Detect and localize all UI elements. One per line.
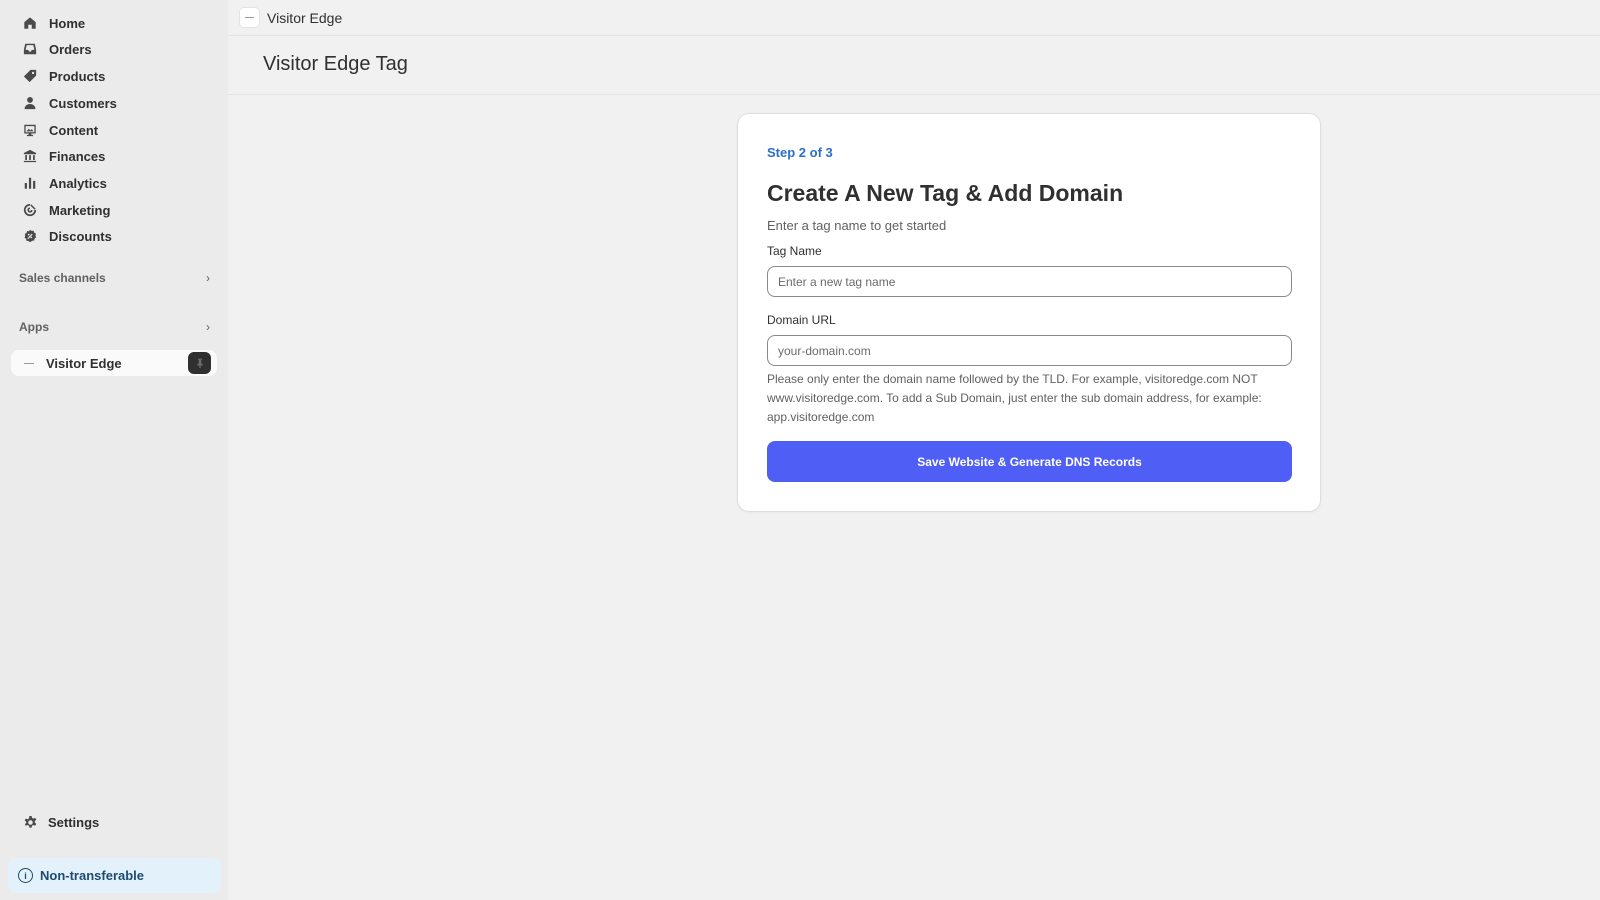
home-icon bbox=[22, 15, 38, 31]
step-indicator: Step 2 of 3 bbox=[767, 145, 833, 160]
info-icon: i bbox=[18, 868, 33, 883]
app-logo-icon bbox=[240, 8, 259, 27]
tag-name-input[interactable] bbox=[767, 266, 1292, 297]
sidebar-item-label: Discounts bbox=[49, 228, 112, 244]
tag-icon bbox=[22, 68, 38, 84]
sales-channels-section[interactable]: Sales channels › bbox=[12, 266, 218, 290]
page-header: Visitor Edge Tag bbox=[228, 36, 1600, 95]
sidebar-item-label: Customers bbox=[49, 95, 117, 111]
domain-url-label: Domain URL bbox=[767, 313, 836, 327]
discount-icon bbox=[22, 228, 38, 244]
target-icon bbox=[22, 202, 38, 218]
apps-section[interactable]: Apps › bbox=[12, 315, 218, 339]
inbox-icon bbox=[22, 41, 38, 57]
non-transferable-banner[interactable]: i Non-transferable bbox=[8, 858, 221, 893]
sidebar-item-content[interactable]: Content bbox=[12, 118, 218, 142]
app-name: Visitor Edge bbox=[267, 9, 343, 26]
pin-icon[interactable] bbox=[188, 352, 211, 374]
app-topbar: Visitor Edge bbox=[228, 0, 1600, 36]
person-icon bbox=[22, 95, 38, 111]
sidebar-item-finances[interactable]: Finances bbox=[12, 144, 218, 168]
bank-icon bbox=[22, 148, 38, 164]
sidebar-item-label: Home bbox=[49, 15, 86, 31]
banner-label: Non-transferable bbox=[40, 868, 145, 883]
domain-help-text: Please only enter the domain name follow… bbox=[767, 372, 1262, 424]
sidebar-item-analytics[interactable]: Analytics bbox=[12, 171, 218, 195]
page-title: Visitor Edge Tag bbox=[263, 53, 408, 75]
sidebar-item-visitor-edge[interactable]: Visitor Edge bbox=[11, 350, 217, 376]
tag-name-label: Tag Name bbox=[767, 244, 822, 258]
image-icon bbox=[22, 122, 38, 138]
section-label: Apps bbox=[19, 320, 49, 334]
section-label: Sales channels bbox=[19, 271, 106, 285]
sidebar-item-label: Marketing bbox=[49, 202, 111, 218]
sidebar-item-settings[interactable]: Settings bbox=[12, 810, 218, 834]
sidebar-item-label: Settings bbox=[48, 814, 100, 830]
sidebar-item-orders[interactable]: Orders bbox=[12, 37, 218, 61]
create-tag-card: Step 2 of 3 Create A New Tag & Add Domai… bbox=[737, 113, 1321, 512]
sidebar-item-label: Finances bbox=[49, 148, 106, 164]
app-icon bbox=[24, 362, 34, 364]
sidebar-item-label: Products bbox=[49, 68, 106, 84]
sidebar-item-label: Visitor Edge bbox=[46, 355, 122, 371]
sidebar-item-discounts[interactable]: Discounts bbox=[12, 224, 218, 248]
sidebar-item-label: Orders bbox=[49, 41, 92, 57]
sidebar-item-products[interactable]: Products bbox=[12, 64, 218, 88]
sidebar: Home Orders Products Customers Content F… bbox=[0, 0, 228, 900]
card-title: Create A New Tag & Add Domain bbox=[767, 180, 1124, 206]
card-subtitle: Enter a tag name to get started bbox=[767, 218, 947, 233]
sidebar-item-home[interactable]: Home bbox=[12, 11, 218, 35]
bar-chart-icon bbox=[22, 175, 38, 191]
chevron-right-icon: › bbox=[206, 271, 210, 285]
domain-url-input[interactable] bbox=[767, 335, 1292, 366]
sidebar-item-customers[interactable]: Customers bbox=[12, 91, 218, 115]
chevron-right-icon: › bbox=[206, 320, 210, 334]
sidebar-item-marketing[interactable]: Marketing bbox=[12, 198, 218, 222]
save-website-button[interactable]: Save Website & Generate DNS Records bbox=[767, 441, 1292, 482]
sidebar-item-label: Analytics bbox=[49, 175, 107, 191]
sidebar-item-label: Content bbox=[49, 122, 99, 138]
gear-icon bbox=[22, 814, 38, 830]
